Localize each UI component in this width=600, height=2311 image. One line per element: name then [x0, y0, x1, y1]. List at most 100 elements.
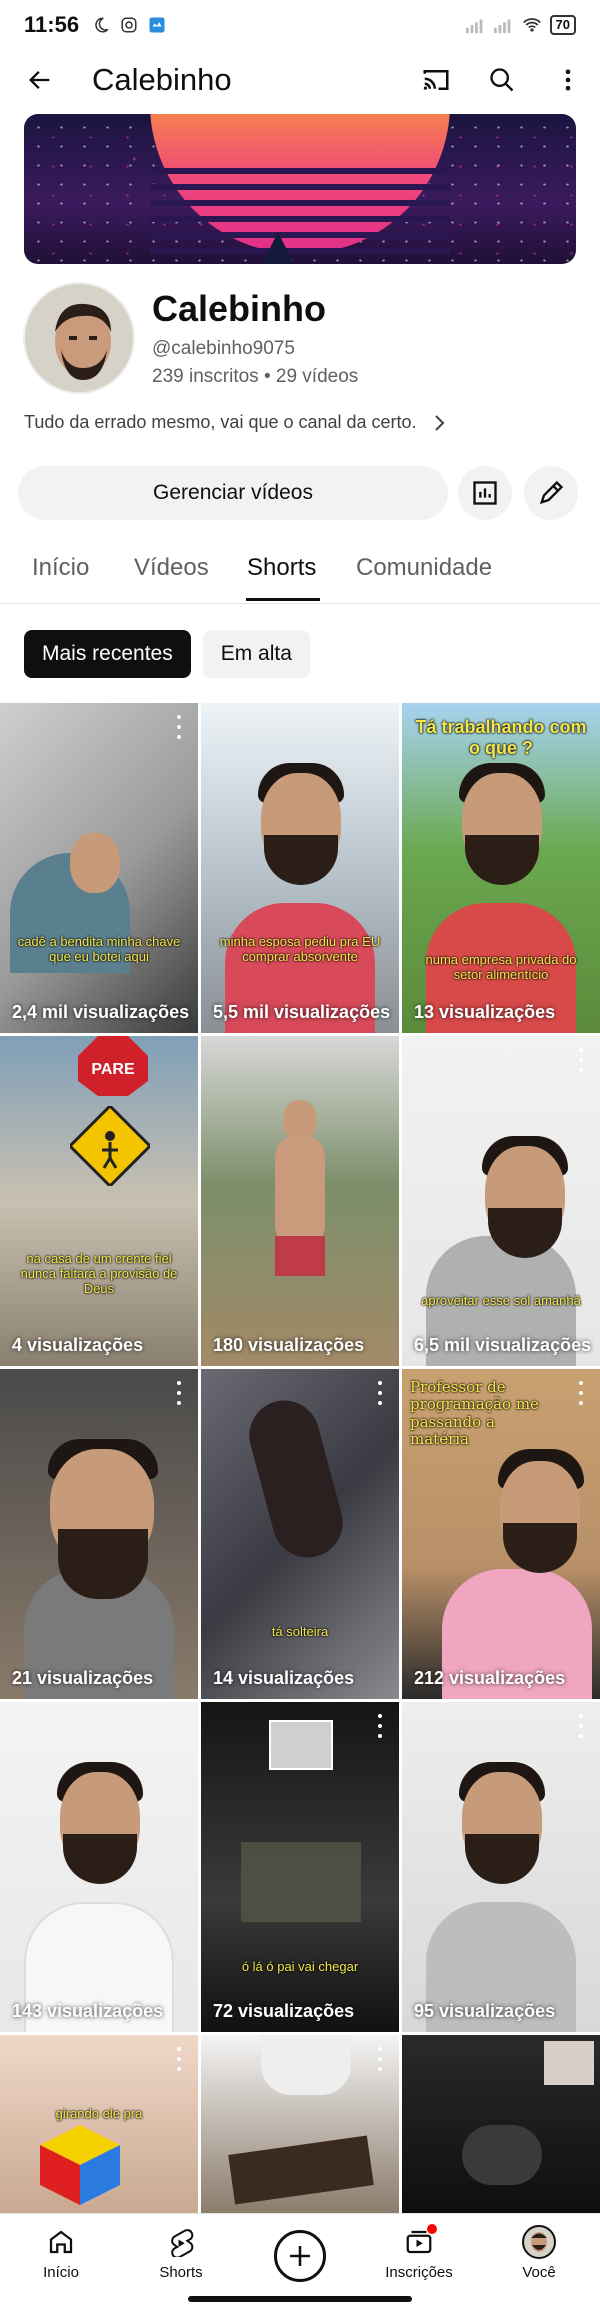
home-indicator[interactable]	[188, 2296, 412, 2302]
short-top-caption: Professor de programação me passando a m…	[410, 1378, 539, 1448]
short-item[interactable]: Professor de programação me passando a m…	[402, 1369, 600, 1699]
channel-description[interactable]: Tudo da errado mesmo, vai que o canal da…	[24, 412, 447, 433]
tab-active-indicator	[246, 598, 320, 601]
short-item[interactable]: tá solteira 14 visualizações	[201, 1369, 399, 1699]
short-views: 14 visualizações	[213, 1668, 355, 1688]
nav-label: Inscrições	[385, 2264, 453, 2281]
wifi-icon	[522, 15, 542, 35]
search-icon	[490, 68, 514, 92]
short-caption: cadê a bendita minha chave que eu botei …	[17, 934, 181, 964]
moon-icon	[91, 15, 111, 35]
short-item[interactable]: aproveitar esse sol amanhã 6,5 mil visua…	[402, 1036, 600, 1366]
signal-2-icon	[493, 15, 514, 35]
short-caption: aproveitar esse sol amanhã	[421, 1293, 581, 1308]
channel-tabs: Início Vídeos Shorts Comunidade	[0, 540, 600, 604]
short-item[interactable]	[402, 2035, 600, 2215]
shorts-icon	[161, 2222, 201, 2262]
more-vertical-icon[interactable]	[373, 1714, 387, 1738]
signal-icon	[465, 15, 486, 35]
short-views: 2,4 mil visualizações	[12, 1002, 190, 1022]
short-caption: minha esposa pediu pra EU comprar absorv…	[219, 934, 381, 964]
more-options-button[interactable]	[546, 58, 590, 102]
svg-text:PARE: PARE	[91, 1061, 135, 1078]
channel-avatar[interactable]	[23, 282, 135, 394]
profile-avatar	[519, 2222, 559, 2262]
battery-indicator: 70	[549, 15, 576, 35]
instagram-icon	[119, 15, 139, 35]
channel-banner	[24, 114, 576, 264]
more-vertical-icon[interactable]	[373, 1381, 387, 1405]
banner-stripes	[150, 158, 450, 258]
short-views: 21 visualizações	[12, 1668, 154, 1688]
short-item[interactable]: girando ele pra	[0, 2035, 198, 2215]
short-item[interactable]: ó lá ó pai vai chegar 72 visualizações	[201, 1702, 399, 2032]
back-button[interactable]	[18, 58, 62, 102]
app-actions	[414, 58, 590, 102]
nav-label: Início	[43, 2264, 79, 2281]
pencil-icon	[539, 480, 564, 505]
more-vertical-icon[interactable]	[172, 2047, 186, 2071]
nav-inscricoes[interactable]: Inscrições	[364, 2222, 474, 2281]
short-item[interactable]: minha esposa pediu pra EU comprar absorv…	[201, 703, 399, 1033]
channel-name: Calebinho	[152, 288, 327, 329]
app-bar: Calebinho	[0, 50, 600, 110]
nav-label: Shorts	[159, 2264, 203, 2281]
nav-label: Você	[522, 2264, 556, 2281]
chip-mais-recentes[interactable]: Mais recentes	[24, 630, 191, 678]
short-item[interactable]: 95 visualizações	[402, 1702, 600, 2032]
analytics-button[interactable]	[458, 466, 512, 520]
more-vertical-icon	[565, 69, 571, 91]
nav-inicio[interactable]: Início	[6, 2222, 116, 2281]
short-item[interactable]: Tá trabalhando com o que ? numa empresa …	[402, 703, 600, 1033]
tab-inicio[interactable]: Início	[32, 554, 89, 582]
notification-dot	[427, 2224, 437, 2234]
cast-icon	[423, 70, 449, 90]
short-views: 143 visualizações	[12, 2001, 164, 2021]
channel-stats: 239 inscritos • 29 vídeos	[152, 366, 359, 387]
short-views: 6,5 mil visualizações	[414, 1335, 592, 1355]
short-item[interactable]: 21 visualizações	[0, 1369, 198, 1699]
plus-icon	[290, 2246, 310, 2266]
short-item[interactable]: 143 visualizações	[0, 1702, 198, 2032]
channel-handle: @calebinho9075	[152, 338, 295, 359]
short-item[interactable]	[201, 2035, 399, 2215]
manage-videos-button[interactable]: Gerenciar vídeos	[18, 466, 448, 520]
short-caption: girando ele pra	[55, 2106, 143, 2121]
short-views: 180 visualizações	[213, 1335, 365, 1355]
search-button[interactable]	[480, 58, 524, 102]
filter-chips: Mais recentes Em alta	[24, 630, 310, 678]
short-views: 13 visualizações	[414, 1002, 556, 1022]
subscriptions-icon	[399, 2222, 439, 2262]
more-vertical-icon[interactable]	[574, 1714, 588, 1738]
cast-button[interactable]	[414, 58, 458, 102]
more-vertical-icon[interactable]	[172, 1381, 186, 1405]
tab-videos[interactable]: Vídeos	[134, 554, 209, 582]
more-vertical-icon[interactable]	[373, 2047, 387, 2071]
more-vertical-icon[interactable]	[574, 1048, 588, 1072]
tab-comunidade[interactable]: Comunidade	[356, 554, 492, 582]
status-icons-right: 70	[465, 15, 576, 35]
short-caption: ó lá ó pai vai chegar	[241, 1959, 359, 1974]
short-top-caption: Tá trabalhando com o que ?	[415, 717, 587, 758]
short-views: 72 visualizações	[213, 2001, 355, 2021]
shorts-grid: cadê a bendita minha chave que eu botei …	[0, 703, 600, 2215]
short-item[interactable]: cadê a bendita minha chave que eu botei …	[0, 703, 198, 1033]
short-item[interactable]: 180 visualizações	[201, 1036, 399, 1366]
home-icon	[41, 2222, 81, 2262]
edit-button[interactable]	[524, 466, 578, 520]
tab-shorts[interactable]: Shorts	[247, 554, 316, 582]
status-icons-left	[91, 15, 167, 35]
create-button[interactable]	[274, 2230, 326, 2282]
arrow-left-icon	[29, 71, 50, 89]
status-time: 11:56	[24, 12, 80, 37]
nav-voce[interactable]: Você	[484, 2222, 594, 2281]
chip-em-alta[interactable]: Em alta	[202, 630, 310, 678]
more-vertical-icon[interactable]	[574, 1381, 588, 1405]
chevron-right-icon	[434, 414, 444, 431]
short-caption: tá solteira	[271, 1624, 329, 1639]
analytics-icon	[473, 481, 497, 505]
nav-shorts[interactable]: Shorts	[126, 2222, 236, 2281]
status-bar: 11:56 70	[0, 0, 600, 50]
short-item[interactable]: PARE na casa de um crente fiel nunca fal…	[0, 1036, 198, 1366]
more-vertical-icon[interactable]	[172, 715, 186, 739]
